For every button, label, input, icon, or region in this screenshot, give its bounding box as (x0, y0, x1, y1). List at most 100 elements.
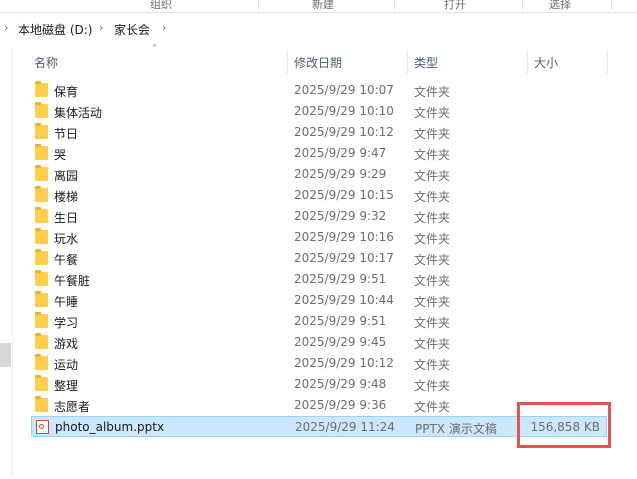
navigation-pane-scrollbar[interactable] (0, 343, 11, 367)
folder-icon (35, 102, 48, 118)
file-name: 志愿者 (54, 400, 91, 414)
file-name: 整理 (54, 379, 79, 393)
file-name: 运动 (54, 358, 79, 372)
folder-row[interactable]: 哭 2025/9/29 9:47 文件夹 (31, 143, 607, 164)
file-modified-date: 2025/9/29 10:12 (294, 356, 394, 370)
folder-icon (35, 333, 48, 349)
folder-icon (35, 249, 48, 265)
pptx-file-icon (36, 420, 49, 434)
file-name: 楼梯 (54, 190, 79, 204)
column-divider[interactable] (287, 50, 288, 74)
file-type: 文件夹 (414, 169, 451, 183)
folder-row[interactable]: 学习 2025/9/29 9:51 文件夹 (31, 311, 607, 332)
folder-icon (35, 207, 48, 223)
chevron-right-icon[interactable]: › (4, 21, 8, 34)
ribbon-separator (611, 0, 612, 10)
column-header-type[interactable]: 类型 (414, 54, 438, 71)
file-name: 午睡 (54, 295, 79, 309)
file-name: 离园 (54, 169, 79, 183)
address-bar[interactable]: › 本地磁盘 (D:) › 家长会 › (0, 13, 637, 43)
file-name: 午餐 (54, 253, 79, 267)
folder-row[interactable]: 离园 2025/9/29 9:29 文件夹 (31, 164, 607, 185)
ribbon-separator (394, 0, 395, 10)
file-modified-date: 2025/9/29 9:48 (294, 377, 387, 391)
file-name: 哭 (54, 148, 67, 162)
file-type: 文件夹 (414, 274, 451, 288)
column-header-modified[interactable]: 修改日期 (294, 54, 342, 71)
folder-icon (35, 228, 48, 244)
ribbon-separator (258, 0, 259, 10)
chevron-right-icon[interactable]: › (162, 21, 166, 34)
folder-row[interactable]: 楼梯 2025/9/29 10:15 文件夹 (31, 185, 607, 206)
file-type: 文件夹 (414, 316, 451, 330)
column-divider[interactable] (527, 50, 528, 74)
breadcrumb-drive[interactable]: 本地磁盘 (D:) (18, 21, 92, 38)
file-type: 文件夹 (414, 295, 451, 309)
file-modified-date: 2025/9/29 9:47 (294, 146, 387, 160)
ribbon-group-organize[interactable]: 组织 (150, 0, 172, 12)
file-name: 生日 (54, 211, 79, 225)
file-type: PPTX 演示文稿 (415, 422, 497, 436)
column-header-name[interactable]: 名称 (34, 54, 58, 71)
file-type: 文件夹 (414, 85, 451, 99)
file-type: 文件夹 (414, 148, 451, 162)
folder-row[interactable]: 运动 2025/9/29 10:12 文件夹 (31, 353, 607, 374)
column-divider[interactable] (607, 50, 608, 74)
folder-row[interactable]: 整理 2025/9/29 9:48 文件夹 (31, 374, 607, 395)
file-name: 学习 (54, 316, 79, 330)
file-type: 文件夹 (414, 127, 451, 141)
ribbon-group-new[interactable]: 新建 (312, 0, 334, 12)
file-modified-date: 2025/9/29 10:07 (294, 83, 394, 97)
folder-icon (35, 186, 48, 202)
file-name: 午餐脏 (54, 274, 91, 288)
file-modified-date: 2025/9/29 10:10 (294, 104, 394, 118)
file-type: 文件夹 (414, 253, 451, 267)
chevron-right-icon[interactable]: › (99, 21, 103, 34)
file-type: 文件夹 (414, 211, 451, 225)
folder-row[interactable]: 集体活动 2025/9/29 10:10 文件夹 (31, 101, 607, 122)
file-name: 保育 (54, 85, 79, 99)
ribbon-bar: 组织 新建 打开 选择 (0, 0, 637, 13)
folder-icon (35, 291, 48, 307)
annotation-highlight-box (517, 402, 611, 448)
breadcrumb-folder[interactable]: 家长会 (114, 21, 150, 38)
folder-icon (35, 165, 48, 181)
folder-icon (35, 270, 48, 286)
file-type: 文件夹 (414, 190, 451, 204)
folder-row[interactable]: 游戏 2025/9/29 9:45 文件夹 (31, 332, 607, 353)
file-type: 文件夹 (414, 358, 451, 372)
file-modified-date: 2025/9/29 9:36 (294, 398, 387, 412)
folder-row[interactable]: 午餐 2025/9/29 10:17 文件夹 (31, 248, 607, 269)
file-modified-date: 2025/9/29 10:12 (294, 125, 394, 139)
folder-row[interactable]: 午餐脏 2025/9/29 9:51 文件夹 (31, 269, 607, 290)
folder-icon (35, 354, 48, 370)
file-modified-date: 2025/9/29 11:24 (295, 420, 395, 434)
file-modified-date: 2025/9/29 10:15 (294, 188, 394, 202)
column-header-size[interactable]: 大小 (534, 54, 558, 71)
folder-icon (35, 396, 48, 412)
file-modified-date: 2025/9/29 9:32 (294, 209, 387, 223)
file-type: 文件夹 (414, 337, 451, 351)
folder-row[interactable]: 保育 2025/9/29 10:07 文件夹 (31, 80, 607, 101)
file-modified-date: 2025/9/29 9:51 (294, 272, 387, 286)
ribbon-group-open[interactable]: 打开 (444, 0, 466, 12)
folder-icon (35, 144, 48, 160)
file-modified-date: 2025/9/29 9:45 (294, 335, 387, 349)
column-header-row: 名称 修改日期 类型 大小 (31, 50, 611, 74)
file-type: 文件夹 (414, 379, 451, 393)
folder-row[interactable]: 玩水 2025/9/29 10:16 文件夹 (31, 227, 607, 248)
folder-row[interactable]: 生日 2025/9/29 9:32 文件夹 (31, 206, 607, 227)
file-type: 文件夹 (414, 106, 451, 120)
file-modified-date: 2025/9/29 10:16 (294, 230, 394, 244)
folder-icon (35, 81, 48, 97)
folder-icon (35, 123, 48, 139)
folder-icon (35, 375, 48, 391)
ribbon-group-select[interactable]: 选择 (549, 0, 571, 12)
folder-row[interactable]: 节日 2025/9/29 10:12 文件夹 (31, 122, 607, 143)
folder-icon (35, 312, 48, 328)
file-type: 文件夹 (414, 400, 451, 414)
file-name: 游戏 (54, 337, 79, 351)
folder-row[interactable]: 午睡 2025/9/29 10:44 文件夹 (31, 290, 607, 311)
column-divider[interactable] (407, 50, 408, 74)
file-modified-date: 2025/9/29 10:44 (294, 293, 394, 307)
